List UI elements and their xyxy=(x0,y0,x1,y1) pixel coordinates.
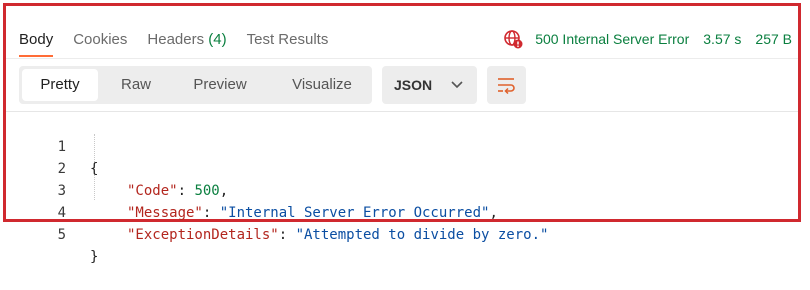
format-select[interactable]: JSON xyxy=(382,66,477,104)
tab-cookies[interactable]: Cookies xyxy=(73,31,127,48)
status-code[interactable]: 500 Internal Server Error xyxy=(535,31,689,47)
wrap-lines-button[interactable] xyxy=(487,66,526,104)
json-value: "Attempted to divide by zero." xyxy=(295,227,549,243)
code-line: 1 { xyxy=(6,114,798,177)
json-colon: : xyxy=(278,227,296,243)
wrap-lines-icon xyxy=(498,78,515,94)
response-tabs: Body Cookies Headers (4) Test Results xyxy=(19,28,329,57)
tabs-divider xyxy=(6,58,798,59)
code-line: 2 "Code": 500, xyxy=(6,136,798,199)
view-visualize-button[interactable]: Visualize xyxy=(276,69,368,101)
response-status-bar: 500 Internal Server Error 3.57 s 257 B xyxy=(503,28,792,50)
code-line: 5 } xyxy=(6,202,798,265)
tab-test-results[interactable]: Test Results xyxy=(247,31,329,48)
headers-count: (4) xyxy=(208,30,227,48)
json-close-brace: } xyxy=(90,249,99,265)
tab-body[interactable]: Body xyxy=(19,31,54,57)
chevron-down-icon xyxy=(451,81,463,89)
response-size[interactable]: 257 B xyxy=(755,31,792,47)
code-line: 4 "ExceptionDetails": "Attempted to divi… xyxy=(6,180,798,243)
response-time[interactable]: 3.57 s xyxy=(703,31,741,47)
tab-headers-label: Headers xyxy=(147,30,205,48)
tab-headers[interactable]: Headers (4) xyxy=(147,31,226,48)
view-pretty-button[interactable]: Pretty xyxy=(22,69,98,101)
globe-error-icon[interactable] xyxy=(503,29,523,49)
response-panel: Body Cookies Headers (4) Test Results 50… xyxy=(3,3,801,265)
view-mode-switcher: Pretty Raw Preview Visualize xyxy=(19,66,372,104)
json-key: "ExceptionDetails" xyxy=(127,227,279,243)
format-select-value: JSON xyxy=(394,77,433,93)
response-body-editor[interactable]: 1 { 2 "Code": 500, 3 "Message": "Interna… xyxy=(6,111,798,265)
code-line: 3 "Message": "Internal Server Error Occu… xyxy=(6,158,798,221)
line-number: 5 xyxy=(57,227,66,243)
view-preview-button[interactable]: Preview xyxy=(177,69,263,101)
view-raw-button[interactable]: Raw xyxy=(109,69,163,101)
